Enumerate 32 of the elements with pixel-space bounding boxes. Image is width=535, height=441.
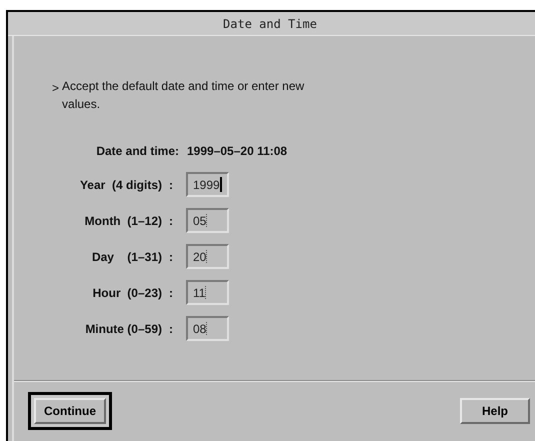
text-cursor-icon xyxy=(220,177,222,192)
text-cursor-icon xyxy=(206,214,208,227)
bullet-marker: > xyxy=(52,80,60,97)
input-field[interactable]: 1999 xyxy=(186,172,229,197)
input-field[interactable]: 11 xyxy=(186,280,229,305)
field-value: 20 xyxy=(193,248,206,266)
colon: : xyxy=(168,284,174,302)
field-value: 1999 xyxy=(193,176,220,194)
date-time-label: Date and time: xyxy=(95,143,179,160)
text-cursor-icon xyxy=(206,322,208,335)
field-label: Hour (0–23) xyxy=(92,284,162,302)
field-label: Year (4 digits) xyxy=(78,176,162,194)
colon: : xyxy=(168,320,174,338)
date-time-value: 1999–05–20 11:08 xyxy=(187,143,288,160)
field-label: Minute (0–59) xyxy=(84,320,162,338)
input-field[interactable]: 20 xyxy=(186,244,229,269)
input-field[interactable]: 05 xyxy=(186,208,229,233)
help-button[interactable]: Help xyxy=(460,398,530,424)
field-label: Day (1–31) xyxy=(90,248,162,266)
field-value: 05 xyxy=(193,212,206,230)
window-title: Date and Time xyxy=(223,16,317,32)
field-label: Month (1–12) xyxy=(84,212,162,230)
colon: : xyxy=(168,176,174,194)
field-value: 08 xyxy=(193,320,206,338)
text-cursor-icon xyxy=(205,286,206,299)
instruction-text: Accept the default date and time or enter new values. xyxy=(62,78,306,113)
colon: : xyxy=(168,248,174,266)
input-field[interactable]: 08 xyxy=(186,316,229,341)
continue-button[interactable]: Continue xyxy=(34,398,106,424)
text-cursor-icon xyxy=(206,250,208,263)
colon: : xyxy=(168,212,174,230)
field-value: 11 xyxy=(193,284,206,302)
